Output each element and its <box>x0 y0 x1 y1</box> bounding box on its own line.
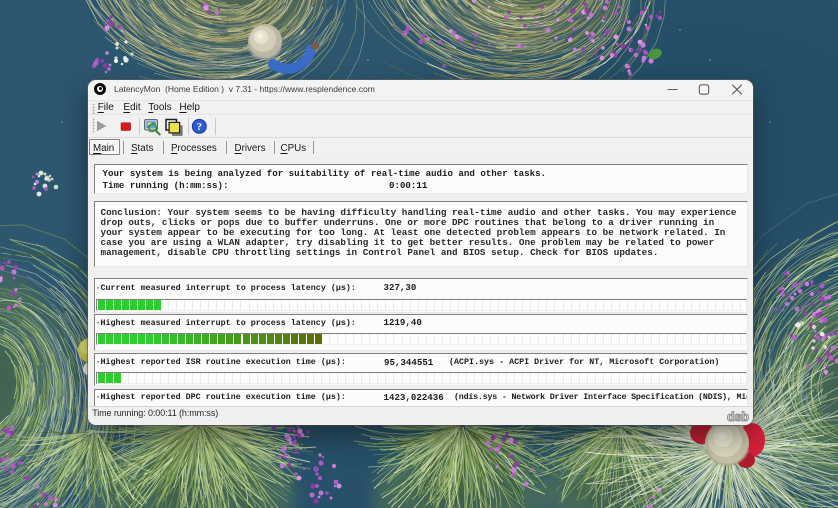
svg-text:?: ? <box>197 121 203 133</box>
